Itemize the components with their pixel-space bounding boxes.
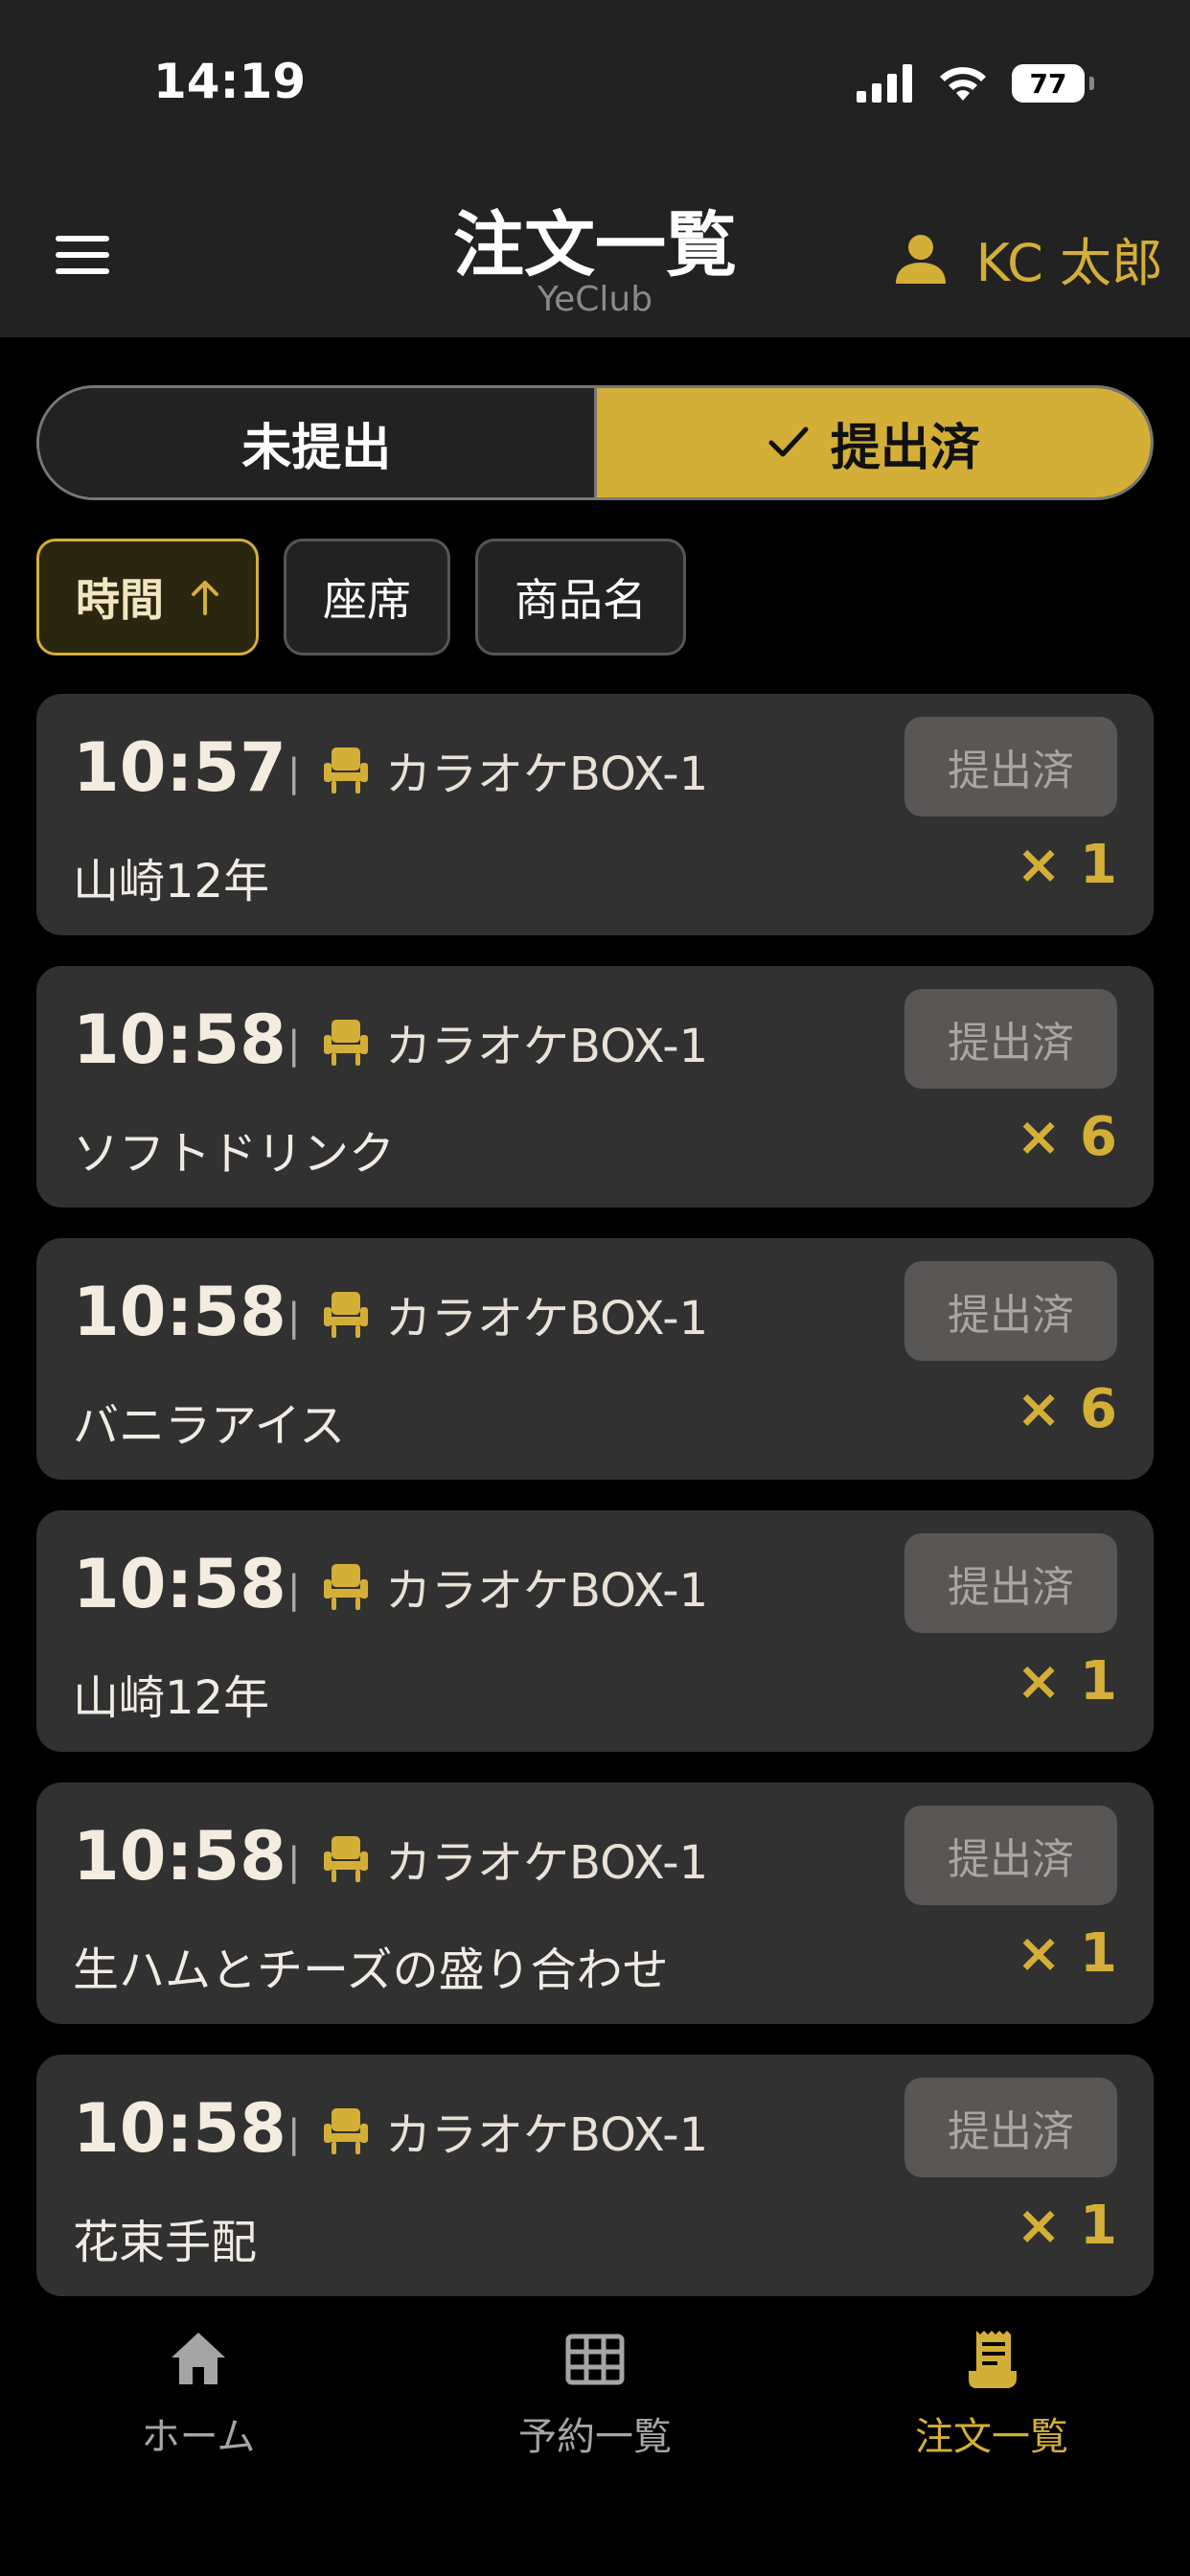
- separator: |: [287, 2112, 301, 2156]
- submitted-status-button[interactable]: 提出済: [904, 1533, 1117, 1633]
- order-time: 10:58: [73, 1545, 286, 1623]
- order-list: 10:57 | カラオケBOX-1 提出済 山崎12年 × 1 10:58 | …: [36, 694, 1154, 2327]
- order-card[interactable]: 10:58 | カラオケBOX-1 提出済 山崎12年 × 1: [36, 1510, 1154, 1752]
- separator: |: [287, 1568, 301, 1612]
- order-time: 10:57: [73, 728, 286, 807]
- seat-label: カラオケBOX-1: [385, 1836, 709, 1890]
- status-icons: 77: [857, 59, 1094, 107]
- sort-chip-seat[interactable]: 座席: [284, 539, 450, 656]
- unsubmitted-tab[interactable]: 未提出: [39, 388, 597, 497]
- qty-value: 6: [1080, 1378, 1117, 1440]
- submitted-status-button[interactable]: 提出済: [904, 717, 1117, 816]
- order-card[interactable]: 10:57 | カラオケBOX-1 提出済 山崎12年 × 1: [36, 694, 1154, 935]
- chair-icon: [324, 1564, 368, 1610]
- quantity: × 1: [1017, 1922, 1117, 1985]
- submitted-status-button[interactable]: 提出済: [904, 1261, 1117, 1361]
- item-name: 花束手配: [73, 2216, 258, 2269]
- sort-chip-label: 座席: [323, 574, 411, 626]
- status-bar: 14:19 77: [0, 0, 1190, 153]
- order-time: 10:58: [73, 1817, 286, 1896]
- tab-home-label: ホーム: [141, 2415, 256, 2459]
- tab-orders-label: 注文一覧: [915, 2415, 1068, 2459]
- qty-prefix: ×: [1016, 1378, 1062, 1440]
- qty-value: 1: [1080, 1650, 1117, 1713]
- seat-label: カラオケBOX-1: [385, 748, 709, 801]
- quantity: × 6: [1017, 1378, 1117, 1440]
- signal-icon: [857, 64, 912, 103]
- seat-label: カラオケBOX-1: [385, 1020, 709, 1073]
- qty-value: 1: [1080, 2195, 1117, 2257]
- chair-icon: [324, 2108, 368, 2154]
- wifi-icon: [940, 67, 986, 101]
- separator: |: [287, 1024, 301, 1068]
- order-card[interactable]: 10:58 | カラオケBOX-1 提出済 ソフトドリンク × 6: [36, 966, 1154, 1208]
- qty-prefix: ×: [1016, 1650, 1062, 1713]
- submitted-status-button[interactable]: 提出済: [904, 989, 1117, 1089]
- chair-icon: [324, 1292, 368, 1338]
- sort-chip-label: 商品名: [515, 574, 647, 626]
- receipt-icon: [969, 2331, 1017, 2388]
- qty-prefix: ×: [1016, 2195, 1062, 2257]
- quantity: × 1: [1017, 834, 1117, 896]
- quantity: × 1: [1017, 1650, 1117, 1713]
- qty-value: 6: [1080, 1106, 1117, 1168]
- battery-icon: 77: [1012, 64, 1094, 103]
- submitted-tab[interactable]: 提出済: [596, 388, 1151, 497]
- sort-chip-product-name[interactable]: 商品名: [475, 539, 686, 656]
- qty-prefix: ×: [1016, 1922, 1062, 1985]
- order-card[interactable]: 10:58 | カラオケBOX-1 提出済 花束手配 × 1: [36, 2055, 1154, 2296]
- chair-icon: [324, 748, 368, 794]
- order-card[interactable]: 10:58 | カラオケBOX-1 提出済 生ハムとチーズの盛り合わせ × 1: [36, 1782, 1154, 2024]
- tab-reservations[interactable]: 予約一覧: [397, 2329, 793, 2461]
- submission-segmented-control: 未提出 提出済: [36, 385, 1154, 500]
- status-time: 14:19: [153, 54, 307, 109]
- seat-label: カラオケBOX-1: [385, 1564, 709, 1618]
- unsubmitted-tab-label: 未提出: [241, 419, 392, 477]
- separator: |: [287, 1296, 301, 1340]
- item-name: 山崎12年: [73, 1671, 270, 1725]
- user-profile-button[interactable]: KC 太郎: [894, 220, 1163, 296]
- seat-label: カラオケBOX-1: [385, 2108, 709, 2162]
- qty-prefix: ×: [1016, 1106, 1062, 1168]
- sort-chip-time[interactable]: 時間: [36, 539, 259, 656]
- submitted-status-button[interactable]: 提出済: [904, 1806, 1117, 1905]
- order-card[interactable]: 10:58 | カラオケBOX-1 提出済 バニラアイス × 6: [36, 1238, 1154, 1480]
- quantity: × 6: [1017, 1106, 1117, 1168]
- order-time: 10:58: [73, 2089, 286, 2168]
- item-name: 山崎12年: [73, 855, 270, 908]
- tab-reservations-label: 予約一覧: [518, 2415, 672, 2459]
- tab-home[interactable]: ホーム: [0, 2329, 397, 2461]
- order-time: 10:58: [73, 1000, 286, 1079]
- qty-prefix: ×: [1016, 834, 1062, 896]
- chair-icon: [324, 1020, 368, 1066]
- seat-label: カラオケBOX-1: [385, 1292, 709, 1346]
- item-name: 生ハムとチーズの盛り合わせ: [73, 1944, 669, 1997]
- submitted-status-button[interactable]: 提出済: [904, 2078, 1117, 2177]
- separator: |: [287, 751, 301, 795]
- quantity: × 1: [1017, 2195, 1117, 2257]
- chair-icon: [324, 1836, 368, 1882]
- app-header: 注文一覧 YeClub KC 太郎: [0, 153, 1190, 337]
- grid-icon: [565, 2334, 625, 2385]
- separator: |: [287, 1840, 301, 1884]
- check-icon: [768, 426, 809, 457]
- item-name: バニラアイス: [73, 1399, 346, 1453]
- arrow-up-icon: [192, 581, 218, 615]
- submitted-tab-label: 提出済: [830, 419, 980, 477]
- user-name: KC 太郎: [975, 233, 1163, 293]
- item-name: ソフトドリンク: [73, 1127, 396, 1181]
- bottom-tab-bar: ホーム 予約一覧 注文一覧: [0, 2300, 1190, 2576]
- home-icon: [172, 2333, 225, 2384]
- user-icon: [895, 234, 946, 284]
- battery-level: 77: [1029, 67, 1067, 100]
- order-time: 10:58: [73, 1273, 286, 1351]
- sort-chips: 時間 座席 商品名: [36, 539, 686, 656]
- sort-chip-label: 時間: [76, 574, 164, 626]
- tab-orders[interactable]: 注文一覧: [793, 2329, 1190, 2461]
- qty-value: 1: [1080, 834, 1117, 896]
- qty-value: 1: [1080, 1922, 1117, 1985]
